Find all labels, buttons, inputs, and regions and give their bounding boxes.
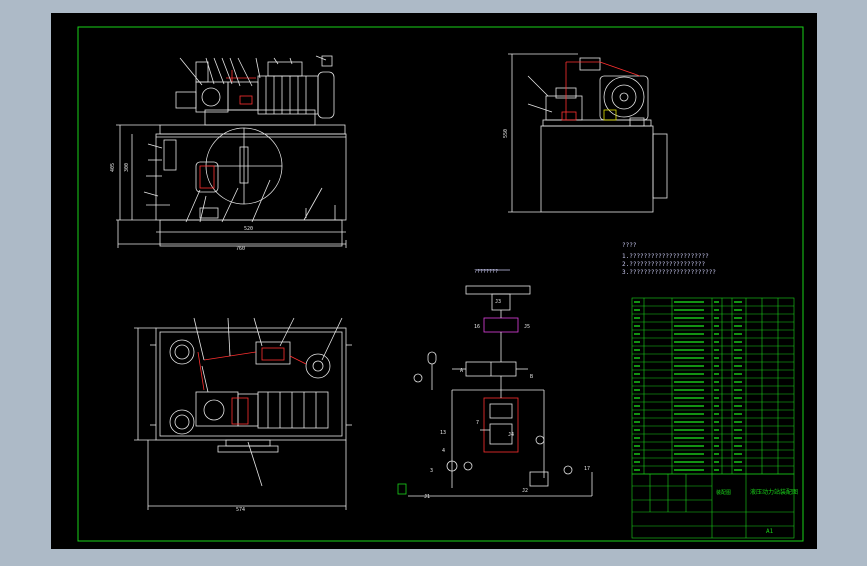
schematic-label-16: 16	[474, 324, 480, 330]
drawing-sheet	[51, 13, 817, 549]
schematic-label-j3: J3	[495, 299, 501, 305]
front-width-dim: 760	[236, 246, 245, 252]
schematic-label-b: B	[530, 374, 533, 380]
notes-line-1: 1.??????????????????????	[622, 253, 709, 260]
title-block-sheet: A1	[766, 528, 774, 535]
top-width-dim: 574	[236, 507, 245, 513]
notes-title: ????	[622, 242, 637, 249]
schematic-label-3: 3	[430, 468, 433, 474]
title-block-subtitle: 装配图	[716, 489, 731, 496]
schematic-label-17: 17	[584, 466, 590, 472]
cad-viewport[interactable]: 760 520 405 300 550 574 ???????? J3 16 J…	[0, 0, 867, 562]
schematic-label-13: 13	[440, 430, 446, 436]
notes-line-3: 3.????????????????????????	[622, 269, 716, 276]
schematic-header: ????????	[474, 269, 498, 275]
schematic-label-4: 4	[442, 448, 445, 454]
schematic-label-7: 7	[476, 420, 479, 426]
side-height-dim: 550	[503, 129, 509, 138]
drawing-canvas: 760 520 405 300 550 574 ???????? J3 16 J…	[51, 13, 817, 549]
front-height-dim-1: 405	[110, 163, 116, 172]
title-block-title: 液压动力站装配图	[750, 488, 798, 496]
schematic-label-j2: J2	[522, 488, 528, 494]
front-inner-dim: 520	[244, 226, 253, 232]
schematic-label-j1: J1	[424, 494, 430, 500]
front-height-dim-2: 300	[124, 163, 130, 172]
schematic-label-j5: J5	[524, 324, 530, 330]
schematic-label-j4: J4	[508, 432, 514, 438]
notes-line-2: 2.?????????????????????	[622, 261, 705, 268]
schematic-label-a: A	[460, 368, 463, 374]
